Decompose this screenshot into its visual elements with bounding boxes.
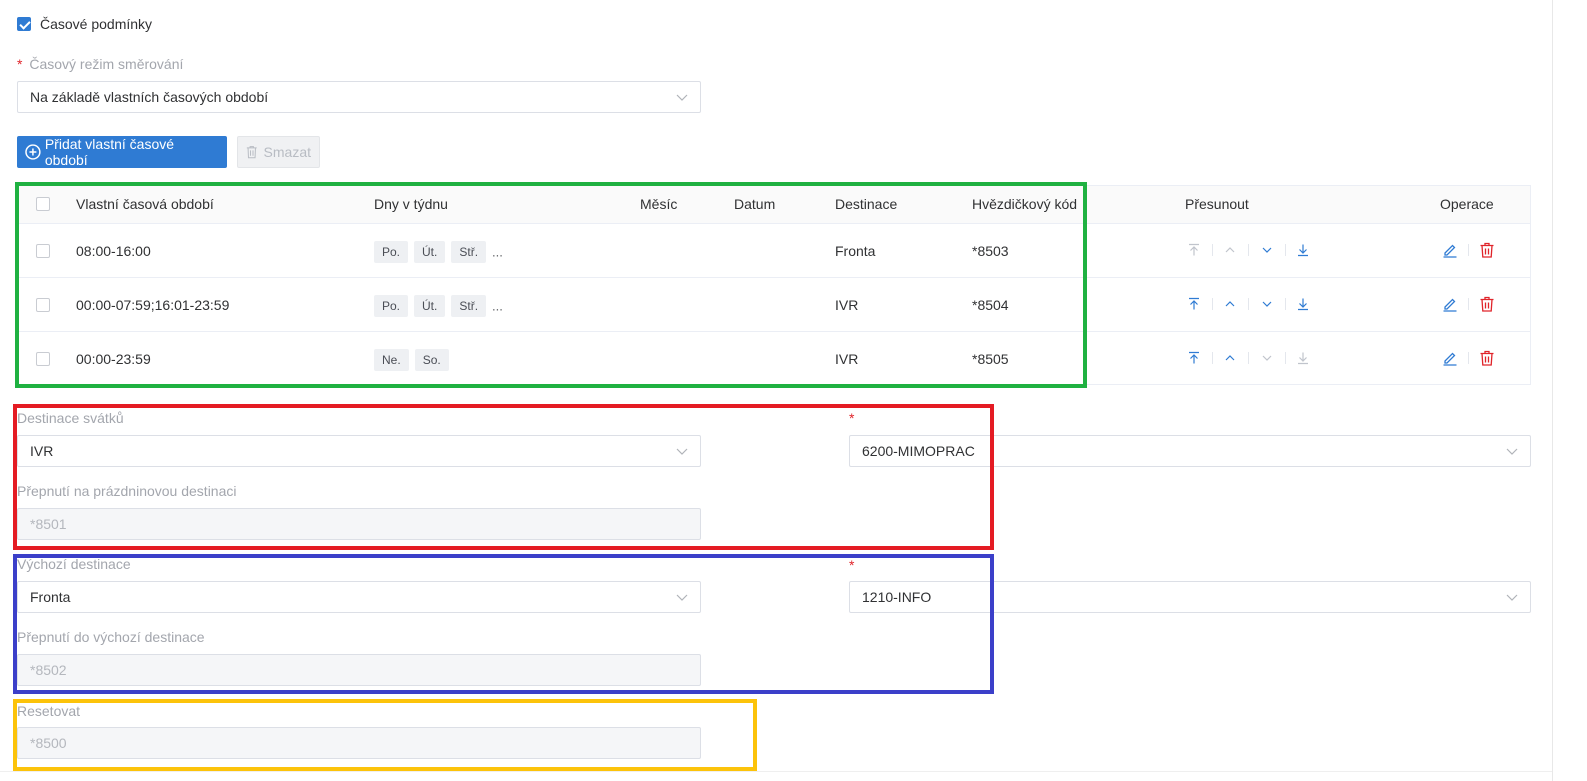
move-up-icon[interactable] xyxy=(1223,243,1237,257)
annotation-frame-red xyxy=(13,404,994,550)
chevron-down-icon xyxy=(676,94,688,101)
move-up-icon[interactable] xyxy=(1223,297,1237,311)
time-conditions-checkbox[interactable]: Časové podmínky xyxy=(17,16,152,32)
move-up-icon[interactable] xyxy=(1223,351,1237,365)
routing-mode-label: * Časový režim směrování xyxy=(17,56,184,72)
annotation-frame-blue xyxy=(13,554,994,694)
scrollbar-track[interactable] xyxy=(1552,0,1553,781)
move-down-icon[interactable] xyxy=(1260,297,1274,311)
edit-icon[interactable] xyxy=(1442,242,1458,258)
divider xyxy=(1212,244,1213,256)
time-conditions-label: Časové podmínky xyxy=(40,16,153,32)
edit-icon[interactable] xyxy=(1442,350,1458,366)
edit-icon[interactable] xyxy=(1442,296,1458,312)
move-down-icon[interactable] xyxy=(1260,351,1274,365)
divider xyxy=(1468,244,1469,256)
add-period-button[interactable]: Přidat vlastní časové období xyxy=(17,136,227,168)
routing-mode-select[interactable]: Na základě vlastních časových období xyxy=(17,81,701,113)
divider xyxy=(1248,298,1249,310)
annotation-frame-green xyxy=(15,182,1087,388)
delete-button[interactable]: Smazat xyxy=(237,136,320,168)
divider xyxy=(1285,298,1286,310)
bottom-divider xyxy=(0,771,1552,772)
checkbox-checked[interactable] xyxy=(17,17,31,31)
divider xyxy=(1468,352,1469,364)
move-top-icon[interactable] xyxy=(1187,351,1201,365)
annotation-frame-yellow xyxy=(13,699,757,771)
divider xyxy=(1285,352,1286,364)
divider xyxy=(1212,352,1213,364)
move-bottom-icon[interactable] xyxy=(1296,243,1310,257)
delete-icon[interactable] xyxy=(1479,242,1495,258)
move-down-icon[interactable] xyxy=(1260,243,1274,257)
chevron-down-icon xyxy=(1506,594,1518,601)
divider xyxy=(1468,298,1469,310)
move-top-icon[interactable] xyxy=(1187,297,1201,311)
header-operations: Operace xyxy=(1440,196,1494,212)
move-bottom-icon[interactable] xyxy=(1296,297,1310,311)
move-top-icon[interactable] xyxy=(1187,243,1201,257)
delete-icon[interactable] xyxy=(1479,296,1495,312)
trash-icon xyxy=(246,146,257,159)
divider xyxy=(1285,244,1286,256)
divider xyxy=(1212,298,1213,310)
plus-circle-icon xyxy=(25,144,41,160)
divider xyxy=(1248,244,1249,256)
divider xyxy=(1248,352,1249,364)
delete-icon[interactable] xyxy=(1479,350,1495,366)
chevron-down-icon xyxy=(1506,448,1518,455)
move-bottom-icon[interactable] xyxy=(1296,351,1310,365)
header-move: Přesunout xyxy=(1185,196,1249,212)
